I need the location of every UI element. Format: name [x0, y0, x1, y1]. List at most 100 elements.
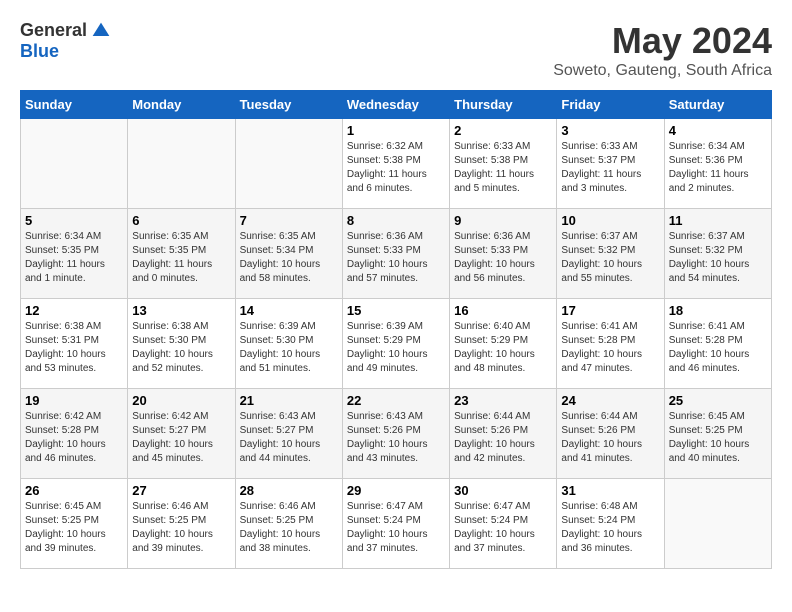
day-info: Sunrise: 6:48 AM Sunset: 5:24 PM Dayligh…: [561, 500, 659, 556]
day-cell: 27 Sunrise: 6:46 AM Sunset: 5:25 PM Dayli…: [128, 479, 235, 569]
day-info: Sunrise: 6:42 AM Sunset: 5:27 PM Dayligh…: [132, 410, 230, 466]
day-number: 30: [454, 483, 552, 498]
day-number: 22: [347, 393, 445, 408]
day-cell: 24 Sunrise: 6:44 AM Sunset: 5:26 PM Dayli…: [557, 389, 664, 479]
day-cell: 31 Sunrise: 6:48 AM Sunset: 5:24 PM Dayli…: [557, 479, 664, 569]
day-cell: 8 Sunrise: 6:36 AM Sunset: 5:33 PM Daylig…: [342, 209, 449, 299]
day-info: Sunrise: 6:39 AM Sunset: 5:29 PM Dayligh…: [347, 320, 445, 376]
day-cell: 25Sunrise: 6:45 AM Sunset: 5:25 PM Dayli…: [664, 389, 771, 479]
day-info: Sunrise: 6:43 AM Sunset: 5:26 PM Dayligh…: [347, 410, 445, 466]
day-number: 25: [669, 393, 767, 408]
day-number: 31: [561, 483, 659, 498]
day-header-friday: Friday: [557, 91, 664, 119]
day-info: Sunrise: 6:38 AM Sunset: 5:31 PM Dayligh…: [25, 320, 123, 376]
day-info: Sunrise: 6:37 AM Sunset: 5:32 PM Dayligh…: [669, 230, 767, 286]
day-number: 13: [132, 303, 230, 318]
day-info: Sunrise: 6:36 AM Sunset: 5:33 PM Dayligh…: [454, 230, 552, 286]
day-header-tuesday: Tuesday: [235, 91, 342, 119]
week-row-5: 26Sunrise: 6:45 AM Sunset: 5:25 PM Dayli…: [21, 479, 772, 569]
day-info: Sunrise: 6:47 AM Sunset: 5:24 PM Dayligh…: [347, 500, 445, 556]
day-cell: 18 Sunrise: 6:41 AM Sunset: 5:28 PM Dayli…: [664, 299, 771, 389]
day-info: Sunrise: 6:39 AM Sunset: 5:30 PM Dayligh…: [240, 320, 338, 376]
day-info: Sunrise: 6:37 AM Sunset: 5:32 PM Dayligh…: [561, 230, 659, 286]
day-cell: [21, 119, 128, 209]
day-cell: 15 Sunrise: 6:39 AM Sunset: 5:29 PM Dayli…: [342, 299, 449, 389]
day-header-saturday: Saturday: [664, 91, 771, 119]
page-header: General Blue May 2024 Soweto, Gauteng, S…: [20, 20, 772, 80]
day-cell: 23Sunrise: 6:44 AM Sunset: 5:26 PM Dayli…: [450, 389, 557, 479]
day-number: 8: [347, 213, 445, 228]
day-cell: 17 Sunrise: 6:41 AM Sunset: 5:28 PM Dayli…: [557, 299, 664, 389]
day-number: 11: [669, 213, 767, 228]
day-info: Sunrise: 6:47 AM Sunset: 5:24 PM Dayligh…: [454, 500, 552, 556]
day-info: Sunrise: 6:44 AM Sunset: 5:26 PM Dayligh…: [454, 410, 552, 466]
day-number: 17: [561, 303, 659, 318]
day-number: 4: [669, 123, 767, 138]
logo-general: General: [20, 20, 87, 41]
day-number: 9: [454, 213, 552, 228]
day-cell: 11 Sunrise: 6:37 AM Sunset: 5:32 PM Dayli…: [664, 209, 771, 299]
week-row-3: 12 Sunrise: 6:38 AM Sunset: 5:31 PM Dayli…: [21, 299, 772, 389]
day-number: 7: [240, 213, 338, 228]
day-number: 27: [132, 483, 230, 498]
day-cell: 29 Sunrise: 6:47 AM Sunset: 5:24 PM Dayli…: [342, 479, 449, 569]
day-cell: 26Sunrise: 6:45 AM Sunset: 5:25 PM Dayli…: [21, 479, 128, 569]
day-cell: 6Sunrise: 6:35 AM Sunset: 5:35 PM Daylig…: [128, 209, 235, 299]
title-area: May 2024 Soweto, Gauteng, South Africa: [553, 20, 772, 80]
day-cell: [128, 119, 235, 209]
day-number: 21: [240, 393, 338, 408]
day-info: Sunrise: 6:35 AM Sunset: 5:34 PM Dayligh…: [240, 230, 338, 286]
day-cell: 19Sunrise: 6:42 AM Sunset: 5:28 PM Dayli…: [21, 389, 128, 479]
day-number: 18: [669, 303, 767, 318]
day-header-thursday: Thursday: [450, 91, 557, 119]
day-cell: 3Sunrise: 6:33 AM Sunset: 5:37 PM Daylig…: [557, 119, 664, 209]
day-number: 24: [561, 393, 659, 408]
day-cell: 16Sunrise: 6:40 AM Sunset: 5:29 PM Dayli…: [450, 299, 557, 389]
day-info: Sunrise: 6:46 AM Sunset: 5:25 PM Dayligh…: [240, 500, 338, 556]
day-number: 6: [132, 213, 230, 228]
logo-blue: Blue: [20, 41, 59, 62]
day-header-wednesday: Wednesday: [342, 91, 449, 119]
day-cell: 5Sunrise: 6:34 AM Sunset: 5:35 PM Daylig…: [21, 209, 128, 299]
day-info: Sunrise: 6:34 AM Sunset: 5:35 PM Dayligh…: [25, 230, 123, 286]
week-row-2: 5Sunrise: 6:34 AM Sunset: 5:35 PM Daylig…: [21, 209, 772, 299]
month-title: May 2024: [553, 20, 772, 62]
day-cell: 7 Sunrise: 6:35 AM Sunset: 5:34 PM Daylig…: [235, 209, 342, 299]
day-info: Sunrise: 6:46 AM Sunset: 5:25 PM Dayligh…: [132, 500, 230, 556]
day-number: 28: [240, 483, 338, 498]
day-number: 15: [347, 303, 445, 318]
day-info: Sunrise: 6:36 AM Sunset: 5:33 PM Dayligh…: [347, 230, 445, 286]
day-info: Sunrise: 6:41 AM Sunset: 5:28 PM Dayligh…: [561, 320, 659, 376]
day-info: Sunrise: 6:45 AM Sunset: 5:25 PM Dayligh…: [25, 500, 123, 556]
day-cell: 20Sunrise: 6:42 AM Sunset: 5:27 PM Dayli…: [128, 389, 235, 479]
day-info: Sunrise: 6:32 AM Sunset: 5:38 PM Dayligh…: [347, 140, 445, 196]
day-cell: 30 Sunrise: 6:47 AM Sunset: 5:24 PM Dayli…: [450, 479, 557, 569]
day-cell: 22 Sunrise: 6:43 AM Sunset: 5:26 PM Dayli…: [342, 389, 449, 479]
day-cell: 13 Sunrise: 6:38 AM Sunset: 5:30 PM Dayli…: [128, 299, 235, 389]
day-cell: [235, 119, 342, 209]
day-cell: 21 Sunrise: 6:43 AM Sunset: 5:27 PM Dayli…: [235, 389, 342, 479]
week-row-1: 1 Sunrise: 6:32 AM Sunset: 5:38 PM Daylig…: [21, 119, 772, 209]
day-cell: 28 Sunrise: 6:46 AM Sunset: 5:25 PM Dayli…: [235, 479, 342, 569]
day-cell: 4Sunrise: 6:34 AM Sunset: 5:36 PM Daylig…: [664, 119, 771, 209]
day-info: Sunrise: 6:42 AM Sunset: 5:28 PM Dayligh…: [25, 410, 123, 466]
day-header-sunday: Sunday: [21, 91, 128, 119]
week-row-4: 19Sunrise: 6:42 AM Sunset: 5:28 PM Dayli…: [21, 389, 772, 479]
day-header-monday: Monday: [128, 91, 235, 119]
day-number: 10: [561, 213, 659, 228]
calendar-table: SundayMondayTuesdayWednesdayThursdayFrid…: [20, 90, 772, 569]
day-cell: 1 Sunrise: 6:32 AM Sunset: 5:38 PM Daylig…: [342, 119, 449, 209]
day-number: 29: [347, 483, 445, 498]
day-cell: 9 Sunrise: 6:36 AM Sunset: 5:33 PM Daylig…: [450, 209, 557, 299]
day-cell: [664, 479, 771, 569]
day-cell: 2Sunrise: 6:33 AM Sunset: 5:38 PM Daylig…: [450, 119, 557, 209]
day-number: 14: [240, 303, 338, 318]
day-info: Sunrise: 6:43 AM Sunset: 5:27 PM Dayligh…: [240, 410, 338, 466]
day-info: Sunrise: 6:41 AM Sunset: 5:28 PM Dayligh…: [669, 320, 767, 376]
day-number: 1: [347, 123, 445, 138]
day-cell: 10 Sunrise: 6:37 AM Sunset: 5:32 PM Dayli…: [557, 209, 664, 299]
day-number: 12: [25, 303, 123, 318]
day-info: Sunrise: 6:44 AM Sunset: 5:26 PM Dayligh…: [561, 410, 659, 466]
logo-icon: [91, 21, 111, 41]
day-info: Sunrise: 6:38 AM Sunset: 5:30 PM Dayligh…: [132, 320, 230, 376]
